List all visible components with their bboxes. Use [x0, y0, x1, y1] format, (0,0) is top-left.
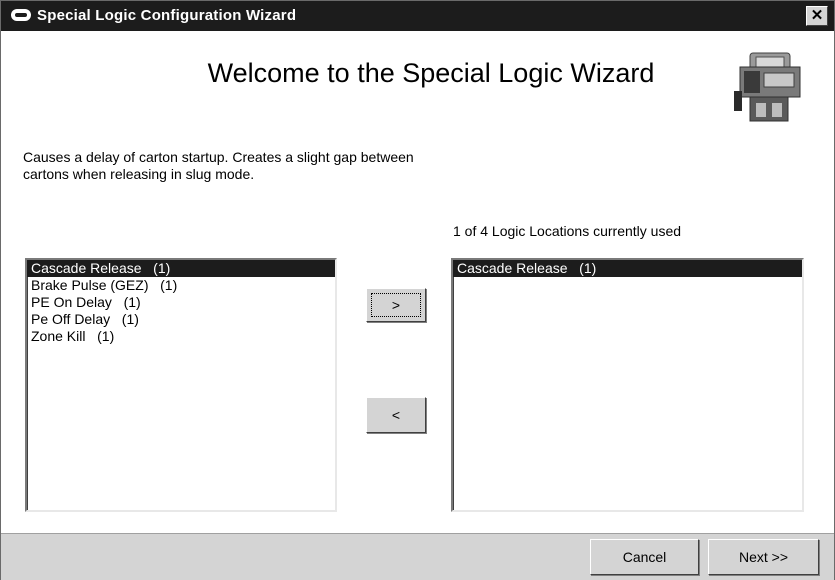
controller-device-icon [734, 52, 801, 122]
cancel-button[interactable]: Cancel [590, 539, 699, 575]
title-bar: Special Logic Configuration Wizard ✕ [1, 1, 834, 31]
locations-usage-text: 1 of 4 Logic Locations currently used [453, 223, 682, 239]
add-logic-button-label: > [371, 293, 421, 317]
window-title: Special Logic Configuration Wizard [37, 7, 297, 24]
page-heading: Welcome to the Special Logic Wizard [207, 58, 655, 88]
wizard-window: Special Logic Configuration Wizard ✕ Wel… [0, 0, 835, 580]
list-item[interactable]: Cascade Release (1) [453, 260, 802, 277]
close-button[interactable]: ✕ [806, 6, 828, 26]
list-item[interactable]: PE On Delay (1) [27, 294, 335, 311]
list-item[interactable]: Cascade Release (1) [27, 260, 335, 277]
list-item[interactable]: Zone Kill (1) [27, 328, 335, 345]
logic-description: Causes a delay of carton startup. Create… [23, 149, 414, 182]
used-logic-list[interactable]: Cascade Release (1) [451, 258, 804, 512]
available-logic-list[interactable]: Cascade Release (1) Brake Pulse (GEZ) (1… [25, 258, 337, 512]
list-item[interactable]: Pe Off Delay (1) [27, 311, 335, 328]
add-logic-button[interactable]: > [366, 288, 426, 322]
next-button[interactable]: Next >> [708, 539, 819, 575]
list-item[interactable]: Brake Pulse (GEZ) (1) [27, 277, 335, 294]
app-logo-icon [11, 9, 31, 21]
remove-logic-button[interactable]: < [366, 397, 426, 433]
